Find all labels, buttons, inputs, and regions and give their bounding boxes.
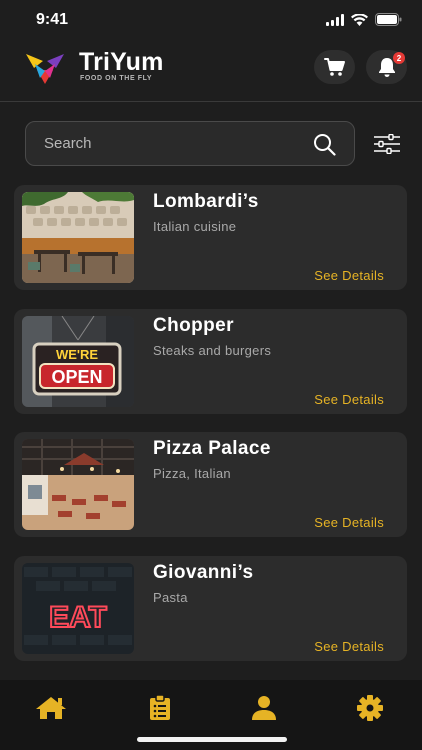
restaurant-name: Pizza Palace — [153, 438, 271, 459]
notifications-button[interactable]: 2 — [366, 50, 407, 84]
tab-settings[interactable] — [352, 694, 388, 722]
home-icon — [36, 697, 66, 719]
home-indicator[interactable] — [137, 737, 287, 742]
restaurant-card[interactable]: WE'RE OPEN Chopper Steaks and burgers Se… — [14, 309, 407, 414]
sign-main-text: OPEN — [51, 367, 102, 387]
tab-profile[interactable] — [246, 694, 282, 722]
gear-icon — [357, 695, 383, 721]
restaurant-photo: EAT — [22, 563, 134, 654]
notification-badge: 2 — [393, 52, 405, 64]
status-time: 9:41 — [36, 11, 69, 28]
triyum-logo-icon — [26, 54, 64, 84]
wifi-icon — [351, 13, 368, 26]
search-input[interactable] — [44, 122, 304, 165]
clipboard-list-icon — [150, 695, 170, 720]
see-details-link[interactable]: See Details — [314, 268, 384, 283]
see-details-link[interactable]: See Details — [314, 639, 384, 654]
restaurant-card[interactable]: EAT Giovanni’s Pasta See Details — [14, 556, 407, 661]
restaurant-cuisine: Pizza, Italian — [153, 466, 231, 481]
cart-button[interactable] — [314, 50, 355, 84]
restaurant-card[interactable]: Pizza Palace Pizza, Italian See Details — [14, 432, 407, 537]
tab-orders[interactable] — [142, 694, 178, 722]
search-icon[interactable] — [313, 133, 336, 156]
see-details-link[interactable]: See Details — [314, 515, 384, 530]
restaurant-card[interactable]: Lombardi’s Italian cuisine See Details — [14, 185, 407, 290]
filter-button[interactable] — [372, 131, 402, 157]
restaurant-photo — [22, 192, 134, 283]
restaurant-cuisine: Italian cuisine — [153, 219, 237, 234]
status-bar: 9:41 — [0, 0, 422, 42]
see-details-link[interactable]: See Details — [314, 392, 384, 407]
sign-main-text: EAT — [49, 601, 107, 634]
sign-top-text: WE'RE — [56, 347, 98, 362]
restaurant-name: Chopper — [153, 315, 234, 336]
brand-name: TriYum — [79, 48, 164, 76]
cart-icon — [323, 58, 345, 76]
cellular-signal-icon — [326, 13, 344, 26]
restaurant-photo: WE'RE OPEN — [22, 316, 134, 407]
app-header: TriYum FOOD ON THE FLY 2 — [0, 42, 422, 102]
battery-icon — [375, 13, 402, 26]
restaurant-cuisine: Pasta — [153, 590, 188, 605]
user-icon — [252, 696, 276, 720]
sliders-icon — [374, 134, 400, 154]
status-icons — [326, 13, 402, 26]
restaurant-cuisine: Steaks and burgers — [153, 343, 272, 358]
restaurant-name: Lombardi’s — [153, 191, 259, 212]
tab-home[interactable] — [33, 694, 69, 722]
search-bar — [25, 121, 355, 166]
brand-tagline: FOOD ON THE FLY — [80, 75, 153, 82]
restaurant-photo — [22, 439, 134, 530]
restaurant-name: Giovanni’s — [153, 562, 254, 583]
